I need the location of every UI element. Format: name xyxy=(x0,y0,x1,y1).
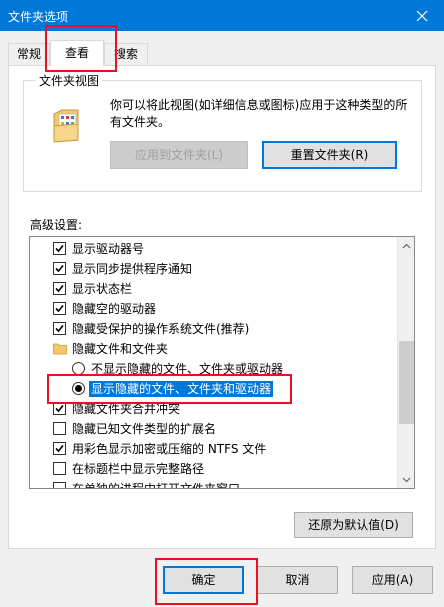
setting-label: 隐藏空的驱动器 xyxy=(72,302,157,316)
folder-views-title: 文件夹视图 xyxy=(36,72,103,89)
setting-label: 隐藏文件和文件夹 xyxy=(72,342,169,356)
setting-label: 隐藏已知文件类型的扩展名 xyxy=(72,422,217,436)
setting-label: 显示同步提供程序通知 xyxy=(72,262,193,276)
setting-hide-empty-drives[interactable]: 隐藏空的驱动器 xyxy=(30,299,399,319)
setting-hide-merge-conflicts[interactable]: 隐藏文件夹合并冲突 xyxy=(30,399,399,419)
checkbox-unchecked-icon[interactable] xyxy=(53,462,66,475)
checkbox-checked-icon[interactable] xyxy=(53,402,66,415)
setting-label: 显示驱动器号 xyxy=(72,242,145,256)
setting-color-ntfs[interactable]: 用彩色显示加密或压缩的 NTFS 文件 xyxy=(30,439,399,459)
title-bar: 文件夹选项 xyxy=(0,0,444,31)
checkbox-checked-icon[interactable] xyxy=(53,322,66,335)
close-button[interactable] xyxy=(400,0,444,31)
checkbox-checked-icon[interactable] xyxy=(53,262,66,275)
ok-button[interactable]: 确定 xyxy=(163,566,244,594)
vertical-scrollbar[interactable] xyxy=(397,237,414,488)
setting-hide-extensions[interactable]: 隐藏已知文件类型的扩展名 xyxy=(30,419,399,439)
scroll-down-button[interactable] xyxy=(398,471,414,488)
checkbox-unchecked-icon[interactable] xyxy=(53,422,66,435)
close-icon xyxy=(416,10,428,21)
scroll-up-button[interactable] xyxy=(398,237,414,254)
setting-label: 显示隐藏的文件、文件夹和驱动器 xyxy=(89,381,274,397)
cancel-button[interactable]: 取消 xyxy=(257,566,338,594)
apply-to-folders-button[interactable]: 应用到文件夹(L) xyxy=(110,141,248,169)
setting-label: 显示状态栏 xyxy=(72,282,133,296)
setting-label: 不显示隐藏的文件、文件夹或驱动器 xyxy=(91,362,284,376)
tab-search[interactable]: 搜索 xyxy=(104,43,148,65)
reset-folders-button[interactable]: 重置文件夹(R) xyxy=(262,141,397,169)
radio-unchecked-icon[interactable] xyxy=(72,362,85,375)
chevron-down-icon xyxy=(402,477,411,482)
tab-general[interactable]: 常规 xyxy=(8,43,50,65)
scroll-thumb[interactable] xyxy=(399,341,414,424)
advanced-settings-label: 高级设置: xyxy=(30,218,83,232)
folder-views-icon xyxy=(53,109,79,143)
setting-label: 在标题栏中显示完整路径 xyxy=(72,462,205,476)
setting-label: 用彩色显示加密或压缩的 NTFS 文件 xyxy=(72,442,267,456)
checkbox-checked-icon[interactable] xyxy=(53,442,66,455)
setting-dont-show-hidden[interactable]: 不显示隐藏的文件、文件夹或驱动器 xyxy=(30,359,399,379)
folder-icon xyxy=(53,343,67,355)
advanced-settings-list[interactable]: 显示驱动器号 显示同步提供程序通知 显示状态栏 隐藏空的驱动器 隐藏受保护的操作… xyxy=(29,236,415,489)
setting-full-path-title[interactable]: 在标题栏中显示完整路径 xyxy=(30,459,399,479)
setting-show-drive-letters[interactable]: 显示驱动器号 xyxy=(30,239,399,259)
chevron-up-icon xyxy=(402,243,411,248)
window-title: 文件夹选项 xyxy=(8,10,69,24)
checkbox-checked-icon[interactable] xyxy=(53,302,66,315)
folder-views-description: 你可以将此视图(如详细信息或图标)应用于这种类型的所有文件夹。 xyxy=(110,98,408,129)
apply-button[interactable]: 应用(A) xyxy=(352,566,433,594)
tab-view[interactable]: 查看 xyxy=(50,40,104,66)
checkbox-checked-icon[interactable] xyxy=(53,282,66,295)
setting-label: 在单独的进程中打开文件夹窗口 xyxy=(72,482,241,489)
radio-checked-icon[interactable] xyxy=(72,382,85,395)
restore-defaults-button[interactable]: 还原为默认值(D) xyxy=(294,512,413,538)
setting-group-hidden-files: 隐藏文件和文件夹 xyxy=(30,339,399,359)
setting-sync-provider[interactable]: 显示同步提供程序通知 xyxy=(30,259,399,279)
setting-separate-process[interactable]: 在单独的进程中打开文件夹窗口 xyxy=(30,479,399,489)
checkbox-checked-icon[interactable] xyxy=(53,242,66,255)
setting-show-hidden[interactable]: 显示隐藏的文件、文件夹和驱动器 xyxy=(30,379,399,399)
setting-label: 隐藏文件夹合并冲突 xyxy=(72,402,181,416)
setting-label: 隐藏受保护的操作系统文件(推荐) xyxy=(72,322,250,336)
setting-status-bar[interactable]: 显示状态栏 xyxy=(30,279,399,299)
setting-hide-protected-os-files[interactable]: 隐藏受保护的操作系统文件(推荐) xyxy=(30,319,399,339)
checkbox-unchecked-icon[interactable] xyxy=(53,482,66,488)
